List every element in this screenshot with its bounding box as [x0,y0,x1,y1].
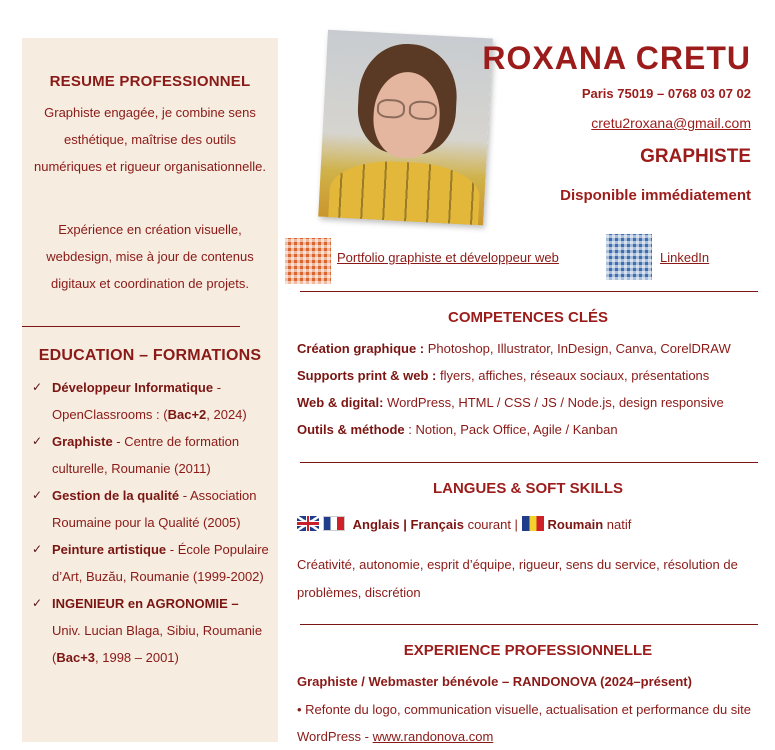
sidebar-divider [22,326,240,327]
skill-line: Supports print & web : flyers, affiches,… [297,368,710,383]
skill-line: Web & digital: WordPress, HTML / CSS / J… [297,395,724,410]
section-divider [300,462,758,463]
france-flag-icon [323,516,345,531]
soft-skills: Créativité, autonomie, esprit d’équipe, … [297,557,738,600]
uk-flag-icon [297,516,319,531]
education-item: ✓ Peinture artistique - École Populaire d… [22,536,278,590]
languages-line: Anglais | Français courant | Roumain nat… [297,516,631,532]
checkmark-icon: ✓ [32,434,43,448]
availability: Disponible immédiatement [560,187,751,204]
checkmark-icon: ✓ [32,596,43,610]
sidebar: RESUME PROFESSIONNEL Graphiste engagée, … [22,38,278,742]
candidate-name: ROXANA CRETU [482,40,751,76]
location-phone: Paris 75019 – 0768 03 07 02 [581,86,751,101]
email-link[interactable]: cretu2roxana@gmail.com [591,115,751,131]
resume-paragraph-2: Expérience en création visuelle, webdesi… [46,222,254,291]
competences-title: COMPETENCES CLÉS [447,309,609,326]
skill-line: Outils & méthode : Notion, Pack Office, … [297,422,618,437]
education-list: ✓ Développeur Informatique - OpenClassroo… [22,374,278,671]
education-title: EDUCATION – FORMATIONS [38,347,262,364]
section-divider [300,291,758,292]
checkmark-icon: ✓ [32,542,43,556]
checkmark-icon: ✓ [32,380,43,394]
skill-line: Création graphique : Photoshop, Illustra… [297,341,731,356]
resume-paragraph-1: Graphiste engagée, je combine sens esthé… [34,105,266,174]
education-item: ✓ Gestion de la qualité - Association Rou… [22,482,278,536]
checkmark-icon: ✓ [32,488,43,502]
portfolio-qr-code-icon [285,238,331,284]
job-title: Graphiste / Webmaster bénévole – RANDONO… [297,674,692,689]
education-item: ✓ INGENIEUR en AGRONOMIE – Univ. Lucian B… [22,590,278,671]
experience-title: EXPERIENCE PROFESSIONNELLE [403,642,653,659]
langues-title: LANGUES & SOFT SKILLS [432,480,623,497]
education-item: ✓ Développeur Informatique - OpenClassroo… [22,374,278,428]
section-divider [300,624,758,625]
portfolio-link[interactable]: Portfolio graphiste et développeur web [337,250,559,265]
resume-title: RESUME PROFESSIONNEL [49,73,251,90]
romania-flag-icon [521,516,544,531]
linkedin-link[interactable]: LinkedIn [660,250,709,265]
job-role: GRAPHISTE [640,146,751,167]
education-item: ✓ Graphiste - Centre de formation culture… [22,428,278,482]
linkedin-qr-code-icon [606,234,652,280]
profile-photo [318,29,493,226]
